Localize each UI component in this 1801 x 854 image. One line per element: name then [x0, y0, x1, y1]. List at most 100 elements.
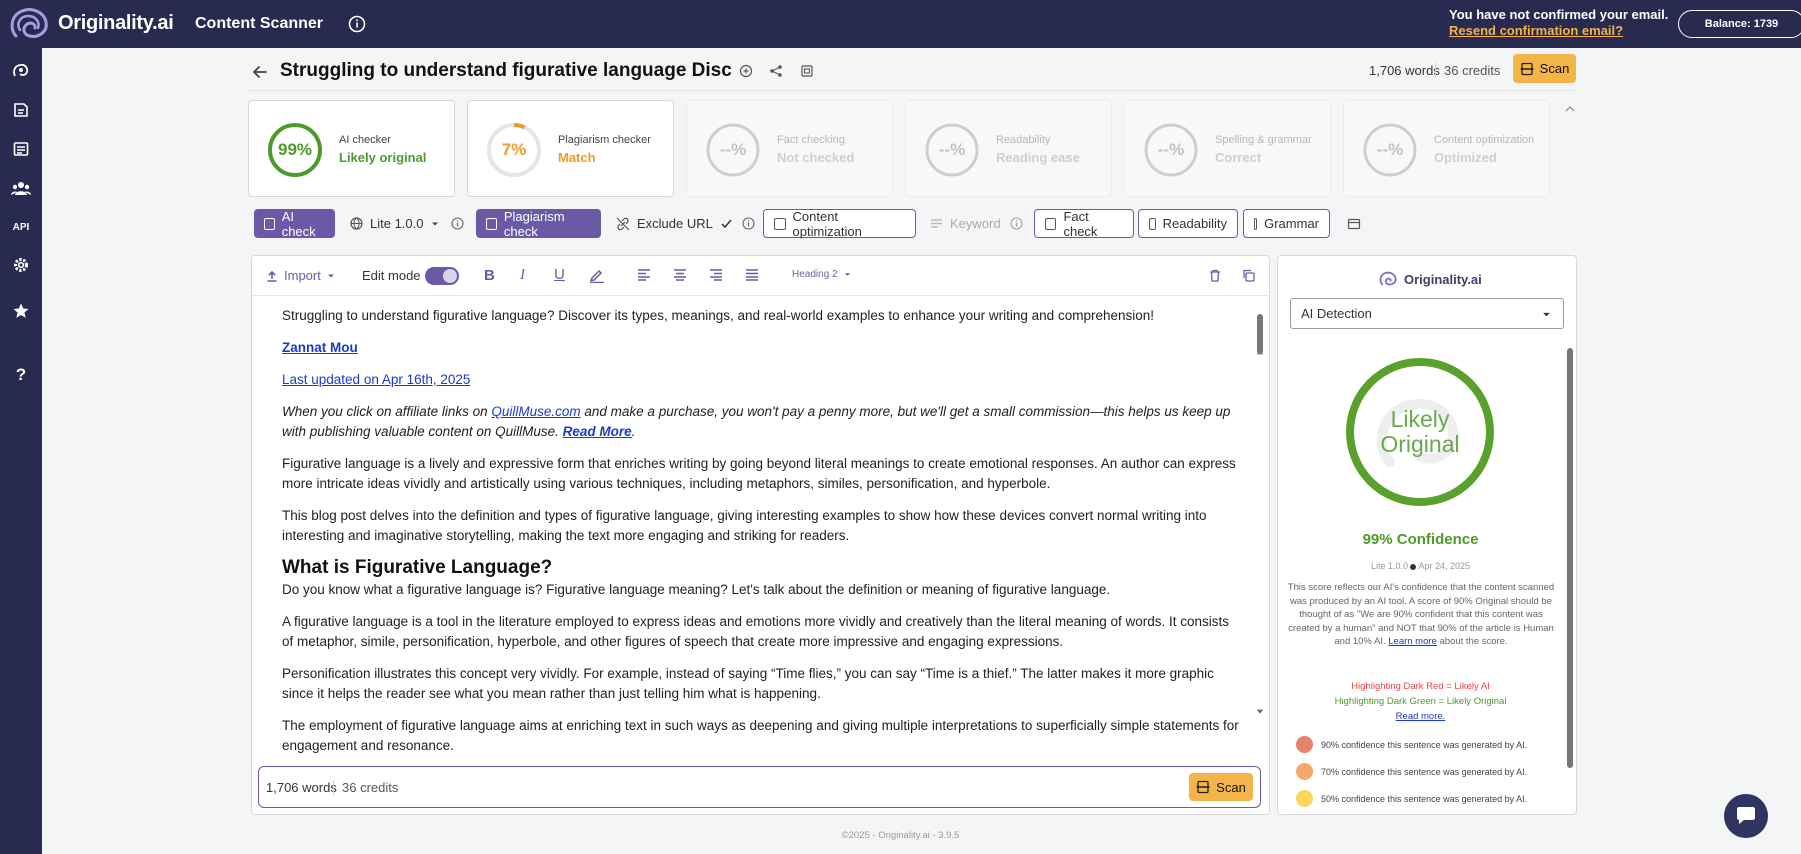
highlight-pen-icon[interactable] [589, 267, 605, 283]
footer-scan-button[interactable]: Scan [1189, 773, 1253, 801]
import-button[interactable]: Import [266, 268, 335, 283]
editor-content[interactable]: Struggling to understand figurative lang… [282, 306, 1242, 766]
italic-icon[interactable]: I [520, 267, 525, 284]
keyword-input[interactable]: Keyword [920, 209, 1011, 238]
align-right-icon[interactable] [709, 269, 723, 281]
intro-paragraph: Struggling to understand figurative lang… [282, 308, 1154, 323]
readability-toggle[interactable]: Readability [1138, 209, 1238, 238]
header-divider [248, 90, 1578, 91]
score-description: This score reflects our AI's confidence … [1286, 581, 1556, 649]
detection-type-select[interactable]: AI Detection [1290, 298, 1564, 329]
section-heading: What is Figurative Language? [282, 557, 553, 578]
content-optimization-toggle[interactable]: Content optimization [763, 209, 916, 239]
help-nav-icon[interactable]: ? [10, 364, 32, 386]
scans-nav-icon[interactable] [10, 99, 32, 121]
save-icon[interactable] [800, 64, 814, 78]
settings-nav-icon[interactable] [10, 254, 32, 276]
chevron-up-icon[interactable] [1563, 102, 1577, 116]
updated-link[interactable]: Last updated on Apr 16th, 2025 [282, 372, 470, 387]
library-nav-icon[interactable] [10, 138, 32, 160]
top-bar: Originality.ai Content Scanner You have … [0, 0, 1801, 48]
spelling-grammar-card[interactable]: --% Spelling & grammar Correct [1124, 100, 1331, 197]
editor-footer: 1,706 words 36 credits Scan [258, 766, 1261, 808]
checkbox-checked-icon [486, 217, 497, 230]
author-link[interactable]: Zannat Mou [282, 340, 358, 355]
balance-badge[interactable]: Balance: 1739 [1678, 10, 1801, 38]
calendar-icon[interactable] [1347, 217, 1361, 231]
chat-button[interactable] [1724, 794, 1768, 838]
add-icon[interactable] [739, 64, 753, 78]
exclude-url-toggle[interactable]: Exclude URL [606, 209, 743, 238]
content-optimization-card[interactable]: --% Content optimization Optimized [1343, 100, 1550, 197]
check-toolbar: AI check Lite 1.0.0 Plagiarism check Exc… [254, 209, 1584, 239]
fact-checking-card[interactable]: --% Fact checking Not checked [686, 100, 893, 197]
editor-toolbar: Import Edit mode B I U Heading 2 [252, 256, 1269, 296]
align-justify-icon[interactable] [745, 269, 759, 281]
heading-select[interactable]: Heading 2 [792, 269, 851, 280]
caret-down-icon [844, 273, 850, 276]
ai-check-toggle[interactable]: AI check [254, 209, 335, 239]
align-left-icon[interactable] [637, 269, 651, 281]
document-title[interactable]: Struggling to understand figurative lang… [280, 60, 732, 82]
star-nav-icon[interactable] [10, 300, 32, 322]
ai-detector-nav-icon[interactable] [10, 60, 32, 82]
content-optimization-label: Content optimization [1434, 134, 1535, 146]
document-header: Struggling to understand figurative lang… [248, 52, 1578, 91]
upload-icon [267, 270, 277, 282]
model-info-icon[interactable] [451, 217, 464, 230]
plagiarism-checker-card[interactable]: 7% Plagiarism checker Match [467, 100, 674, 197]
api-nav-label: API [12, 221, 30, 233]
app-title: Content Scanner [195, 15, 324, 32]
trash-icon[interactable] [1209, 269, 1221, 282]
team-nav-icon[interactable] [10, 177, 32, 199]
brain-logo-icon [1379, 271, 1397, 286]
readability-card[interactable]: --% Readability Reading ease [905, 100, 1112, 197]
import-label: Import [284, 268, 321, 283]
affiliate-disclaimer: When you click on affiliate links on Qui… [282, 402, 1242, 442]
plagiarism-score: 7% [501, 140, 527, 159]
confidence-ring-label: Likely Original [1345, 357, 1495, 507]
editor-scrollbar[interactable] [1256, 302, 1264, 762]
scan-icon [1196, 780, 1210, 794]
read-more-link[interactable]: Read More [563, 424, 632, 439]
footer-word-count: 1,706 words [266, 780, 337, 795]
ring-line-2: Original [1380, 431, 1460, 457]
panel-scroll-thumb[interactable] [1567, 348, 1573, 768]
edit-mode-toggle[interactable] [425, 267, 459, 285]
logo-text[interactable]: Originality.ai [58, 12, 174, 35]
api-nav-icon[interactable]: API [10, 216, 32, 238]
resend-confirmation-link[interactable]: Resend confirmation email? [1449, 23, 1668, 39]
legend-text: 50% confidence this sentence was generat… [1321, 793, 1528, 804]
back-arrow-icon[interactable] [252, 64, 268, 80]
affiliate-text-1: When you click on affiliate links on [282, 404, 492, 419]
brain-logo-icon[interactable] [8, 6, 50, 42]
exclude-url-info-icon[interactable] [742, 217, 755, 230]
scan-button[interactable]: Scan [1513, 54, 1576, 83]
grammar-label: Grammar [1264, 216, 1319, 231]
checkbox-icon [1149, 217, 1156, 230]
editor-panel: Import Edit mode B I U Heading 2 Struggl… [251, 255, 1270, 815]
plagiarism-check-label: Plagiarism check [503, 208, 565, 239]
bold-icon[interactable]: B [484, 267, 495, 284]
copy-icon[interactable] [1242, 269, 1255, 282]
ai-checker-score: 99% [277, 140, 313, 159]
align-center-icon[interactable] [673, 269, 687, 281]
panel-read-more-link[interactable]: Read more. [1278, 711, 1563, 722]
keyword-info-icon[interactable] [1010, 217, 1023, 230]
info-icon[interactable] [348, 15, 366, 33]
check-icon [721, 219, 732, 229]
legend-item: 70% confidence this sentence was generat… [1296, 763, 1527, 780]
quillmuse-link[interactable]: QuillMuse.com [491, 404, 580, 419]
learn-more-link[interactable]: Learn more [1388, 636, 1437, 647]
share-icon[interactable] [769, 64, 783, 78]
model-select[interactable]: Lite 1.0.0 [340, 209, 449, 238]
underline-icon[interactable]: U [554, 266, 565, 283]
plagiarism-check-toggle[interactable]: Plagiarism check [476, 208, 601, 239]
grammar-toggle[interactable]: Grammar [1243, 209, 1330, 238]
side-nav: API ? [0, 48, 42, 854]
ai-checker-card[interactable]: 99% AI checker Likely original [248, 100, 455, 197]
checkbox-checked-icon [264, 217, 275, 230]
editor-scroll-thumb[interactable] [1257, 314, 1263, 354]
checkbox-icon [1254, 217, 1258, 230]
fact-check-toggle[interactable]: Fact check [1034, 209, 1134, 239]
